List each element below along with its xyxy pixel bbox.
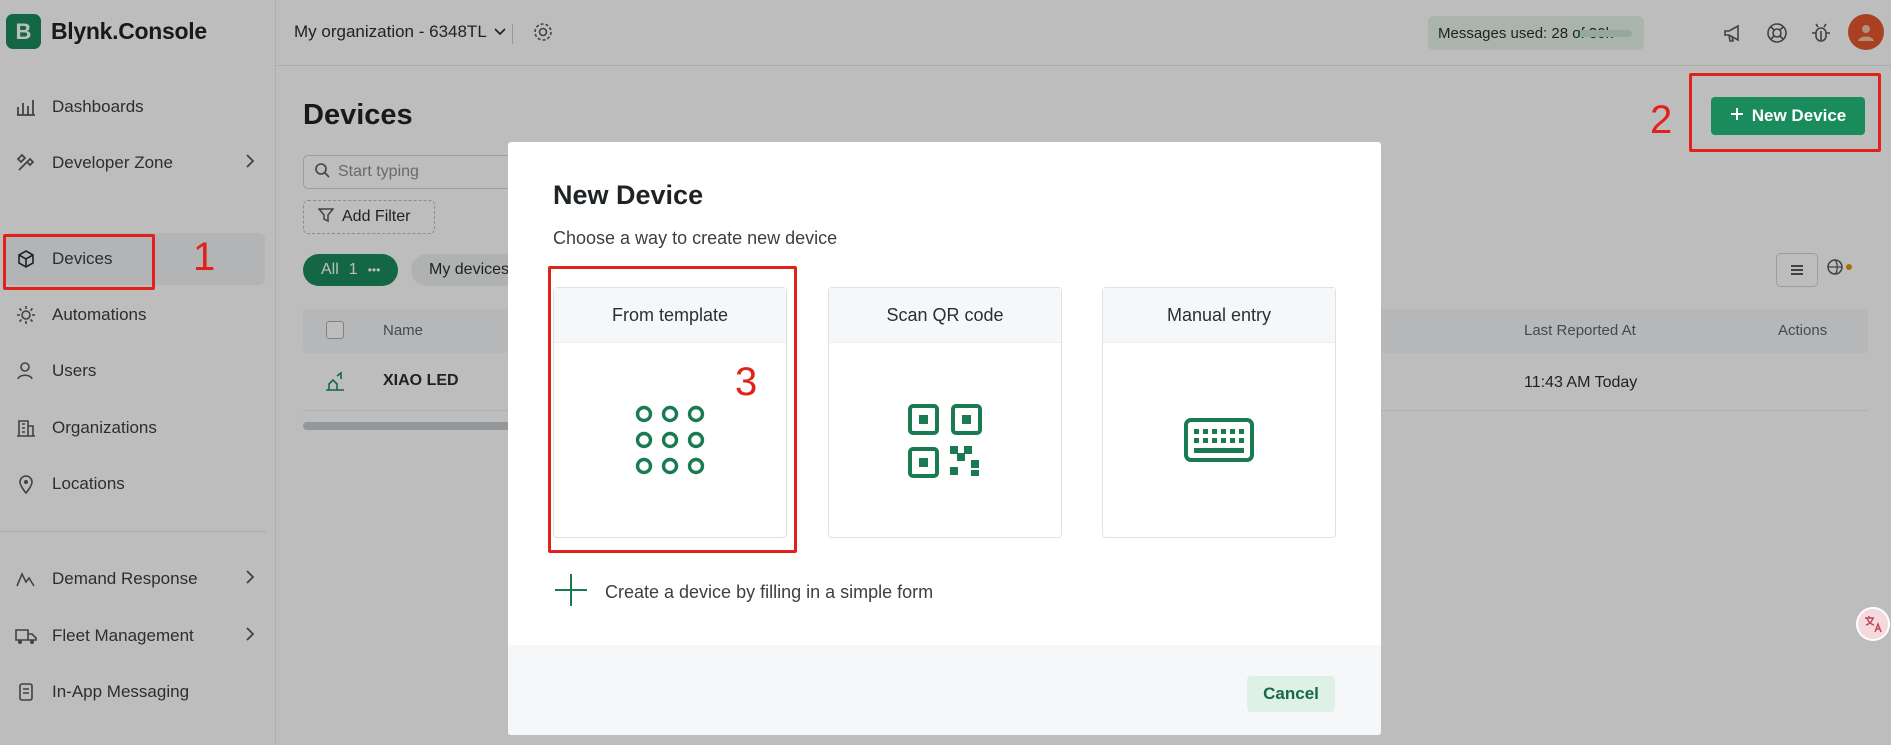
annotation-box-1	[3, 234, 155, 290]
qr-code-icon	[829, 404, 1061, 478]
simple-form-link[interactable]: Create a device by filling in a simple f…	[553, 572, 933, 613]
modal-footer: Cancel	[508, 645, 1381, 735]
manual-entry-card[interactable]: Manual entry	[1102, 287, 1336, 538]
annotation-box-2	[1689, 73, 1881, 152]
cancel-button[interactable]: Cancel	[1247, 676, 1335, 712]
card-title: Manual entry	[1103, 288, 1335, 343]
scan-qr-code-card[interactable]: Scan QR code	[828, 287, 1062, 538]
annotation-number-2: 2	[1650, 98, 1673, 142]
modal-subtitle: Choose a way to create new device	[553, 228, 838, 248]
simple-form-label: Create a device by filling in a simple f…	[605, 582, 934, 602]
annotation-box-3	[548, 266, 797, 553]
card-title: Scan QR code	[829, 288, 1061, 343]
annotation-number-1: 1	[193, 235, 216, 279]
translate-icon[interactable]	[1856, 607, 1890, 641]
modal-title: New Device	[553, 180, 704, 210]
annotation-number-3: 3	[735, 360, 758, 404]
plus-icon	[553, 572, 589, 613]
keyboard-icon	[1103, 418, 1335, 462]
